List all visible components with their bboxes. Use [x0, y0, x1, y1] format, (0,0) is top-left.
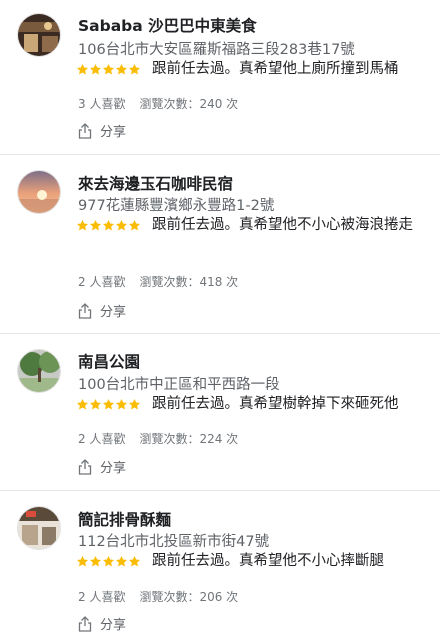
star-icon [115, 555, 128, 567]
place-photo-avatar[interactable] [17, 13, 61, 57]
place-name[interactable]: 來去海邊玉石咖啡民宿 [78, 172, 233, 194]
star-icon [102, 398, 115, 410]
star-icon [76, 555, 89, 567]
star-icon [128, 63, 141, 75]
review-stats: 3 人喜歡 瀏覽次數：240 次 [78, 95, 238, 112]
review-text: 跟前任去過。真希望樹幹掉下來砸死他 [152, 396, 399, 412]
place-address: 106台北市大安區羅斯福路三段283巷17號 [78, 42, 355, 58]
star-icon [76, 63, 89, 75]
divider [0, 490, 440, 491]
place-photo [18, 14, 60, 56]
likes-count: 2 人喜歡 [78, 590, 126, 604]
star-icon [128, 398, 141, 410]
review-stats: 2 人喜歡 瀏覽次數：206 次 [78, 588, 238, 605]
star-icon [102, 63, 115, 75]
place-photo [18, 350, 60, 392]
likes-count: 3 人喜歡 [78, 97, 126, 111]
place-photo [18, 171, 60, 213]
review-text: 跟前任去過。真希望他不小心被海浪捲走 [152, 217, 413, 233]
place-name[interactable]: 南昌公園 [78, 350, 140, 372]
share-button[interactable]: 分享 [78, 121, 126, 140]
star-rating [76, 398, 141, 411]
place-photo-avatar[interactable] [17, 170, 61, 214]
share-label: 分享 [100, 125, 127, 140]
review-text: 跟前任去過。真希望他上廁所撞到馬桶 [152, 61, 399, 77]
review-stats: 2 人喜歡 瀏覽次數：418 次 [78, 273, 238, 290]
share-label: 分享 [100, 461, 127, 476]
place-photo-avatar[interactable] [17, 349, 61, 393]
share-icon [78, 302, 92, 319]
star-icon [89, 398, 102, 410]
place-name[interactable]: Sababa 沙巴巴中東美食 [78, 14, 257, 36]
star-icon [102, 555, 115, 567]
likes-count: 2 人喜歡 [78, 275, 126, 289]
share-button[interactable]: 分享 [78, 301, 126, 320]
place-photo [18, 507, 60, 549]
divider [0, 154, 440, 155]
share-icon [78, 122, 92, 139]
views-count: 瀏覽次數：418 次 [139, 275, 239, 289]
star-icon [128, 555, 141, 567]
views-count: 瀏覽次數：224 次 [139, 432, 239, 446]
share-button[interactable]: 分享 [78, 457, 126, 476]
star-icon [115, 63, 128, 75]
star-icon [76, 398, 89, 410]
review-text: 跟前任去過。真希望他不小心摔斷腿 [152, 553, 384, 569]
place-photo-avatar[interactable] [17, 506, 61, 550]
place-address: 100台北市中正區和平西路一段 [78, 377, 280, 393]
star-icon [89, 555, 102, 567]
star-icon [115, 398, 128, 410]
likes-count: 2 人喜歡 [78, 432, 126, 446]
place-name[interactable]: 簡記排骨酥麵 [78, 508, 171, 530]
star-icon [89, 63, 102, 75]
place-address: 977花蓮縣豐濱鄉永豐路1-2號 [78, 198, 275, 214]
share-button[interactable]: 分享 [78, 614, 126, 633]
share-icon [78, 615, 92, 632]
share-label: 分享 [100, 305, 127, 320]
views-count: 瀏覽次數：206 次 [139, 590, 239, 604]
place-address: 112台北市北投區新市街47號 [78, 534, 270, 550]
review-stats: 2 人喜歡 瀏覽次數：224 次 [78, 430, 238, 447]
star-rating [76, 555, 141, 568]
views-count: 瀏覽次數：240 次 [139, 97, 239, 111]
share-icon [78, 458, 92, 475]
divider [0, 333, 440, 334]
star-rating [76, 63, 141, 76]
share-label: 分享 [100, 618, 127, 633]
